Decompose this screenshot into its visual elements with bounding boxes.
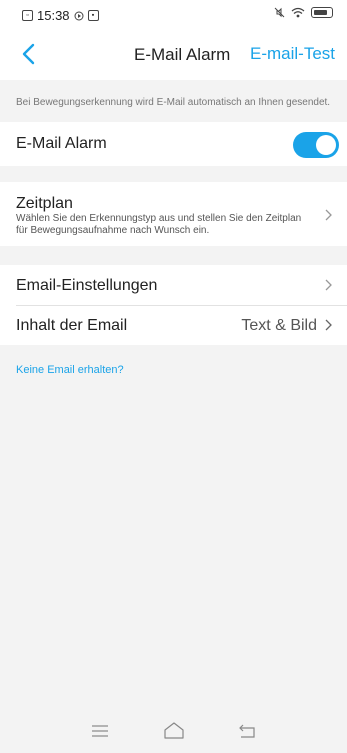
email-alarm-toggle[interactable] [293, 132, 339, 158]
email-alarm-row: E-Mail Alarm [0, 122, 347, 166]
status-time: 15:38 [37, 8, 70, 23]
hint-text: Bei Bewegungserkennung wird E-Mail autom… [16, 97, 331, 108]
schedule-row[interactable]: Zeitplan Wählen Sie den Erkennungstyp au… [0, 182, 347, 246]
schedule-title: Zeitplan [16, 195, 73, 212]
email-settings-row[interactable]: Email-Einstellungen [0, 265, 347, 305]
chevron-right-icon [325, 319, 332, 331]
chevron-right-icon [325, 279, 332, 291]
email-test-button[interactable]: E-mail-Test [250, 44, 335, 64]
system-nav-bar [0, 710, 347, 753]
chevron-right-icon [325, 209, 332, 221]
back-icon[interactable] [234, 720, 262, 742]
notification-icon: ▫ [22, 10, 33, 21]
wifi-icon [291, 7, 305, 18]
battery-icon [311, 7, 333, 18]
mute-icon [274, 7, 285, 18]
email-content-label: Inhalt der Email [16, 317, 128, 334]
toggle-knob [316, 135, 336, 155]
email-settings-label: Email-Einstellungen [16, 277, 158, 294]
app-header: E-Mail Alarm E-mail-Test [0, 30, 347, 80]
email-content-value: Text & Bild [241, 317, 317, 334]
row-divider [16, 305, 347, 306]
status-bar: ▫ 15:38 ▪ [0, 0, 347, 30]
home-icon[interactable] [160, 720, 188, 742]
status-bar-right [274, 7, 333, 18]
email-alarm-label: E-Mail Alarm [16, 135, 107, 152]
sim-icon: ▪ [87, 10, 99, 21]
back-arrow-icon[interactable] [18, 40, 42, 68]
play-icon [74, 11, 84, 20]
status-bar-left: ▫ 15:38 ▪ [22, 8, 99, 23]
schedule-description: Wählen Sie den Erkennungstyp aus und ste… [16, 213, 302, 236]
email-content-row[interactable]: Inhalt der Email Text & Bild [0, 305, 347, 345]
page-title: E-Mail Alarm [134, 45, 231, 64]
menu-icon[interactable] [86, 720, 114, 742]
no-email-received-link[interactable]: Keine Email erhalten? [16, 364, 124, 376]
